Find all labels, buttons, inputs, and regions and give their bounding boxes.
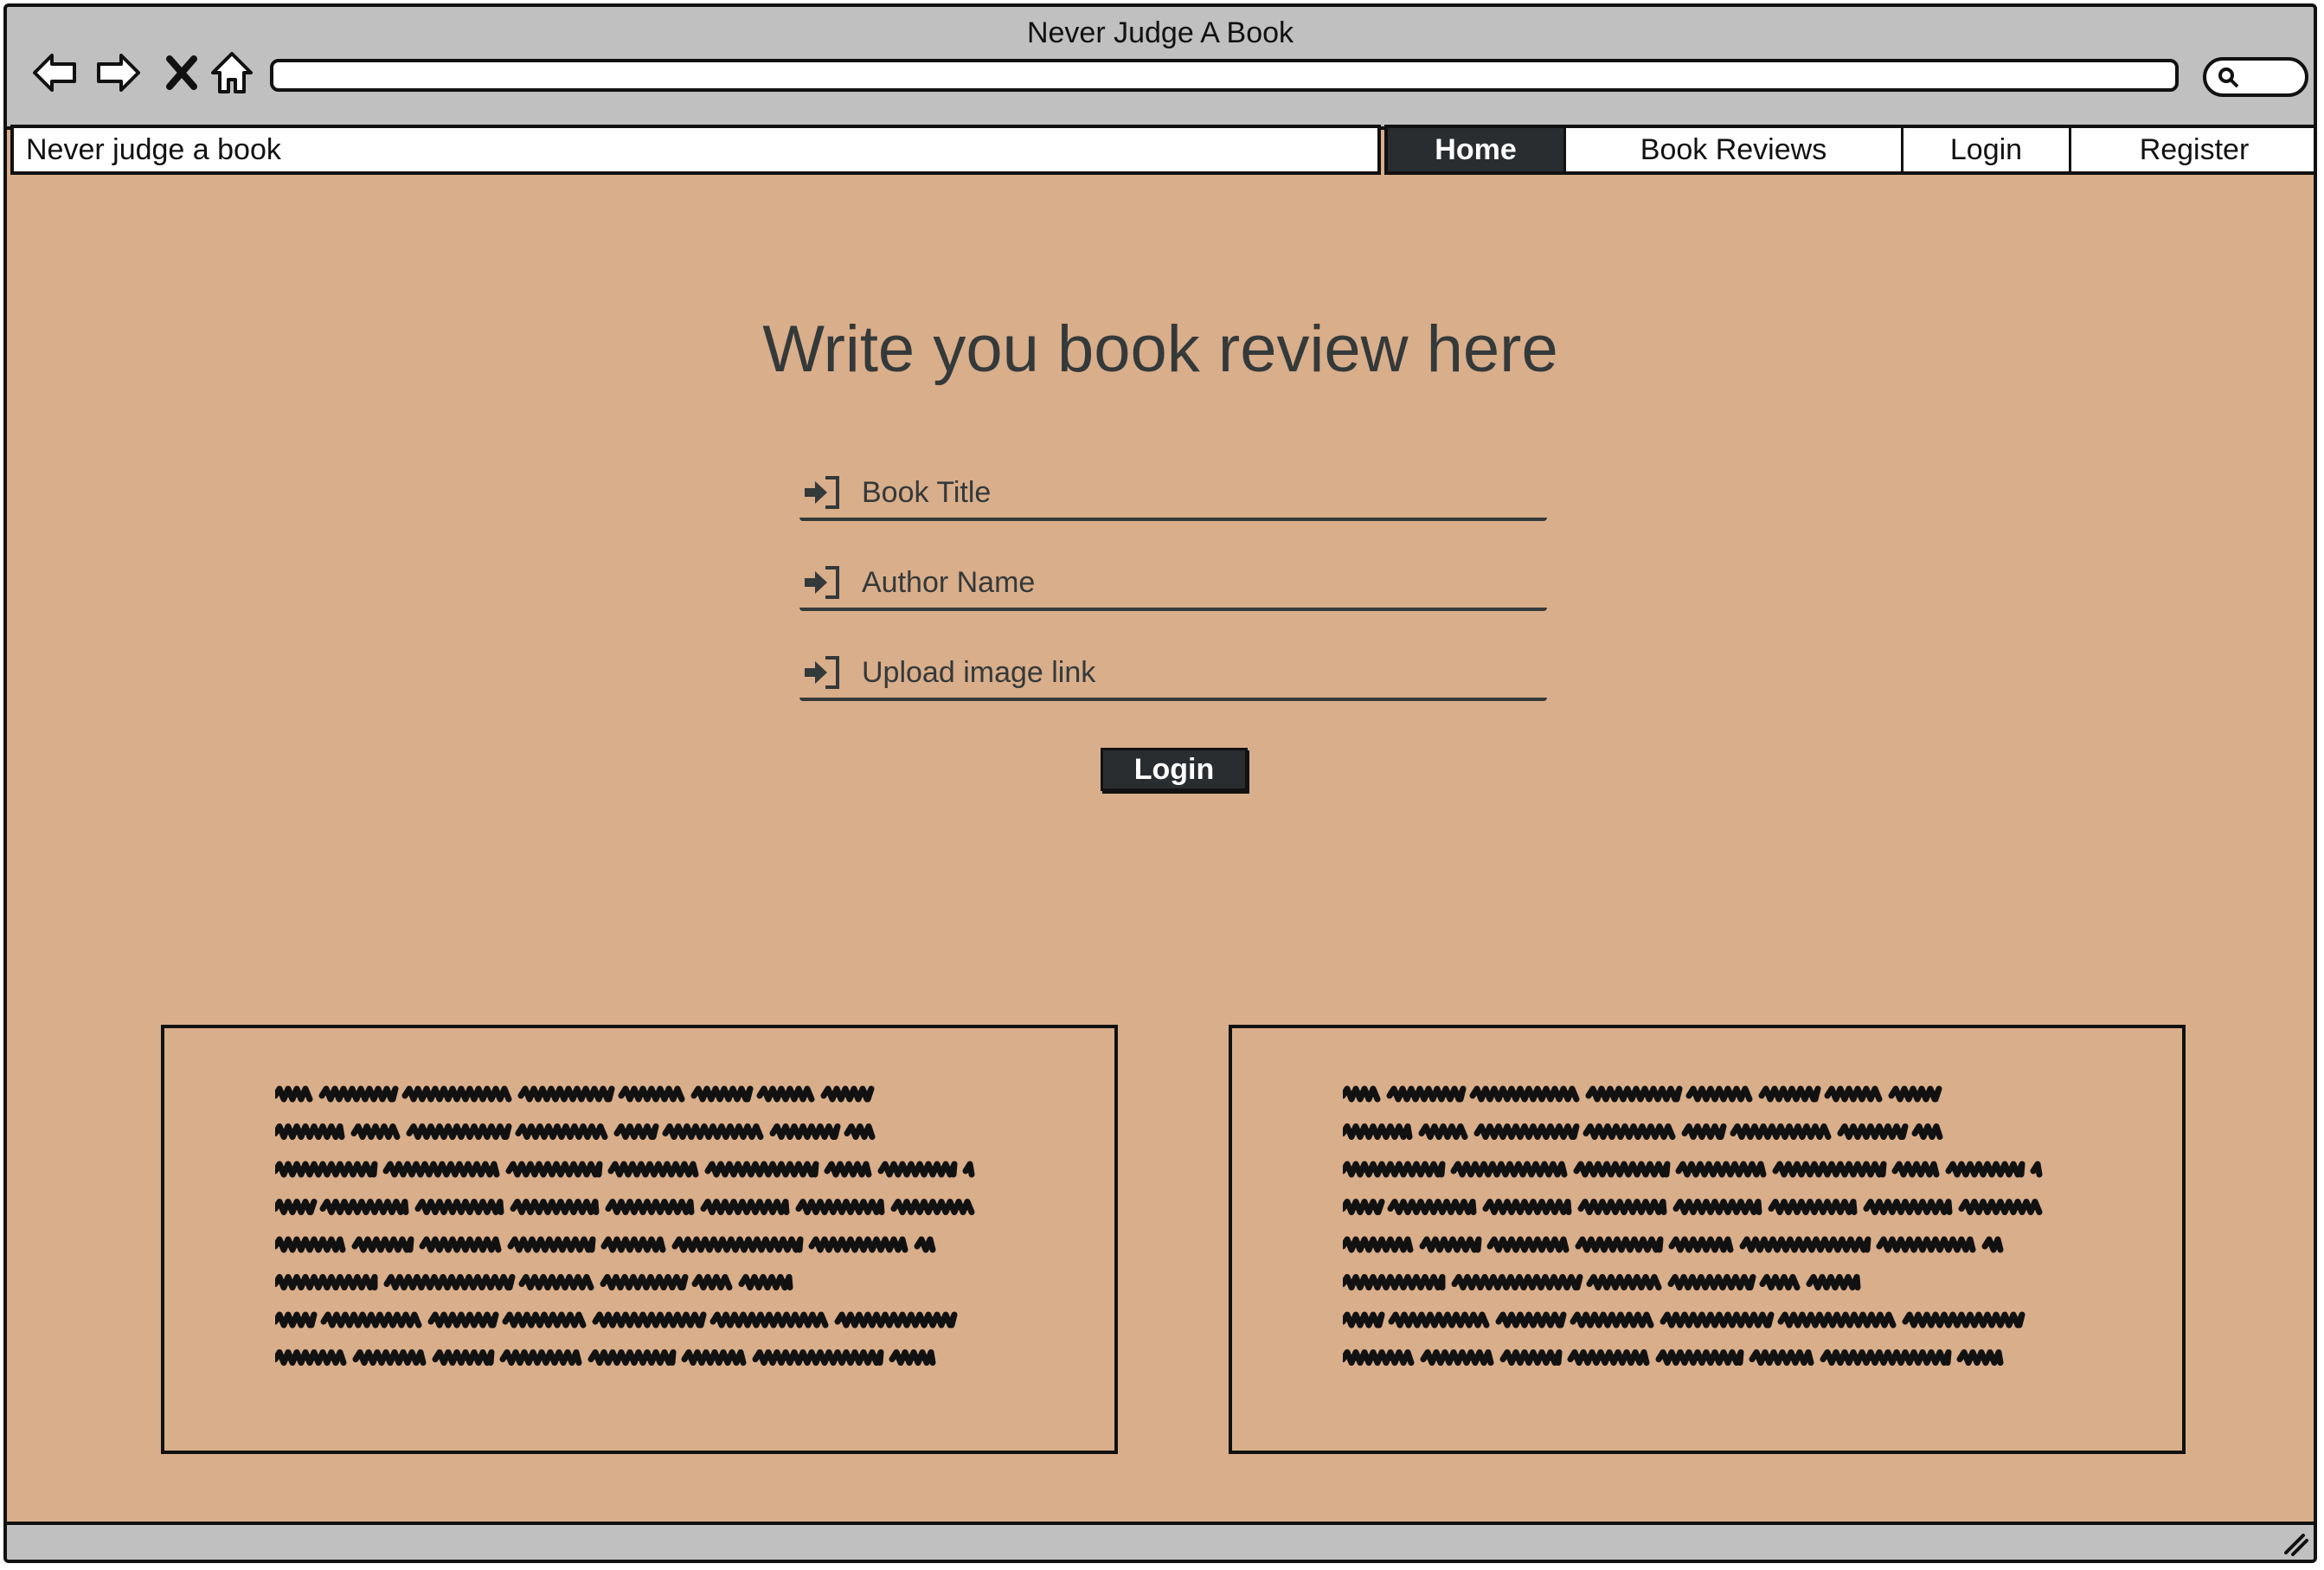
site-navbar: Never judge a book Home Book Reviews Log…: [7, 125, 2314, 178]
scribble-line: [275, 1311, 958, 1329]
book-title-field[interactable]: [799, 469, 1547, 521]
home-icon[interactable]: [204, 45, 260, 100]
scribble-line: [1343, 1236, 2004, 1253]
site-brand[interactable]: Never judge a book: [10, 125, 1381, 175]
resize-grip-icon[interactable]: [2281, 1530, 2308, 1556]
close-icon[interactable]: [154, 45, 209, 100]
scribble-line: [275, 1199, 975, 1215]
scribble-line: [1343, 1123, 1943, 1140]
browser-toolbar: [7, 38, 2314, 125]
status-bar: [7, 1522, 2314, 1560]
tab-book-reviews[interactable]: Book Reviews: [1566, 128, 1903, 171]
page-content: Never judge a book Home Book Reviews Log…: [7, 125, 2314, 1532]
tab-home[interactable]: Home: [1388, 128, 1566, 171]
page-title: Write you book review here: [762, 312, 1558, 386]
scribbled-text: [275, 1085, 975, 1366]
scribble-line: [275, 1161, 975, 1178]
submit-button[interactable]: Login: [1101, 748, 1248, 791]
book-title-input[interactable]: [860, 469, 1530, 516]
scribble-line: [275, 1274, 793, 1290]
scribble-line: [1343, 1274, 1861, 1290]
tab-register[interactable]: Register: [2071, 128, 2314, 171]
image-link-field[interactable]: [799, 649, 1547, 701]
search-input[interactable]: [2203, 57, 2308, 97]
login-arrow-icon: [805, 476, 839, 509]
author-name-field[interactable]: [799, 559, 1547, 611]
scribble-line: [1343, 1349, 2004, 1366]
forward-arrow-icon[interactable]: [90, 45, 145, 100]
tab-login[interactable]: Login: [1903, 128, 2071, 171]
scribble-line: [275, 1123, 876, 1140]
nav-tabs: Home Book Reviews Login Register: [1384, 125, 2314, 175]
scribbled-text: [1343, 1085, 2043, 1366]
image-link-input[interactable]: [860, 649, 1530, 696]
back-arrow-icon[interactable]: [28, 45, 83, 100]
scribble-line: [1343, 1161, 2043, 1178]
address-bar[interactable]: [270, 59, 2179, 92]
scribble-line: [275, 1236, 936, 1253]
scribble-line: [1343, 1085, 1942, 1103]
review-card-1: [161, 1025, 1118, 1454]
login-arrow-icon: [805, 656, 839, 689]
login-arrow-icon: [805, 566, 839, 599]
author-name-input[interactable]: [860, 559, 1530, 606]
scribble-line: [1343, 1199, 2043, 1215]
scribble-line: [275, 1349, 936, 1366]
search-icon: [2218, 68, 2239, 88]
browser-window: Never Judge A Book Never judge a book Ho…: [3, 3, 2317, 1563]
scribble-line: [275, 1085, 875, 1103]
review-card-2: [1229, 1025, 2186, 1454]
scribble-line: [1343, 1311, 2025, 1329]
